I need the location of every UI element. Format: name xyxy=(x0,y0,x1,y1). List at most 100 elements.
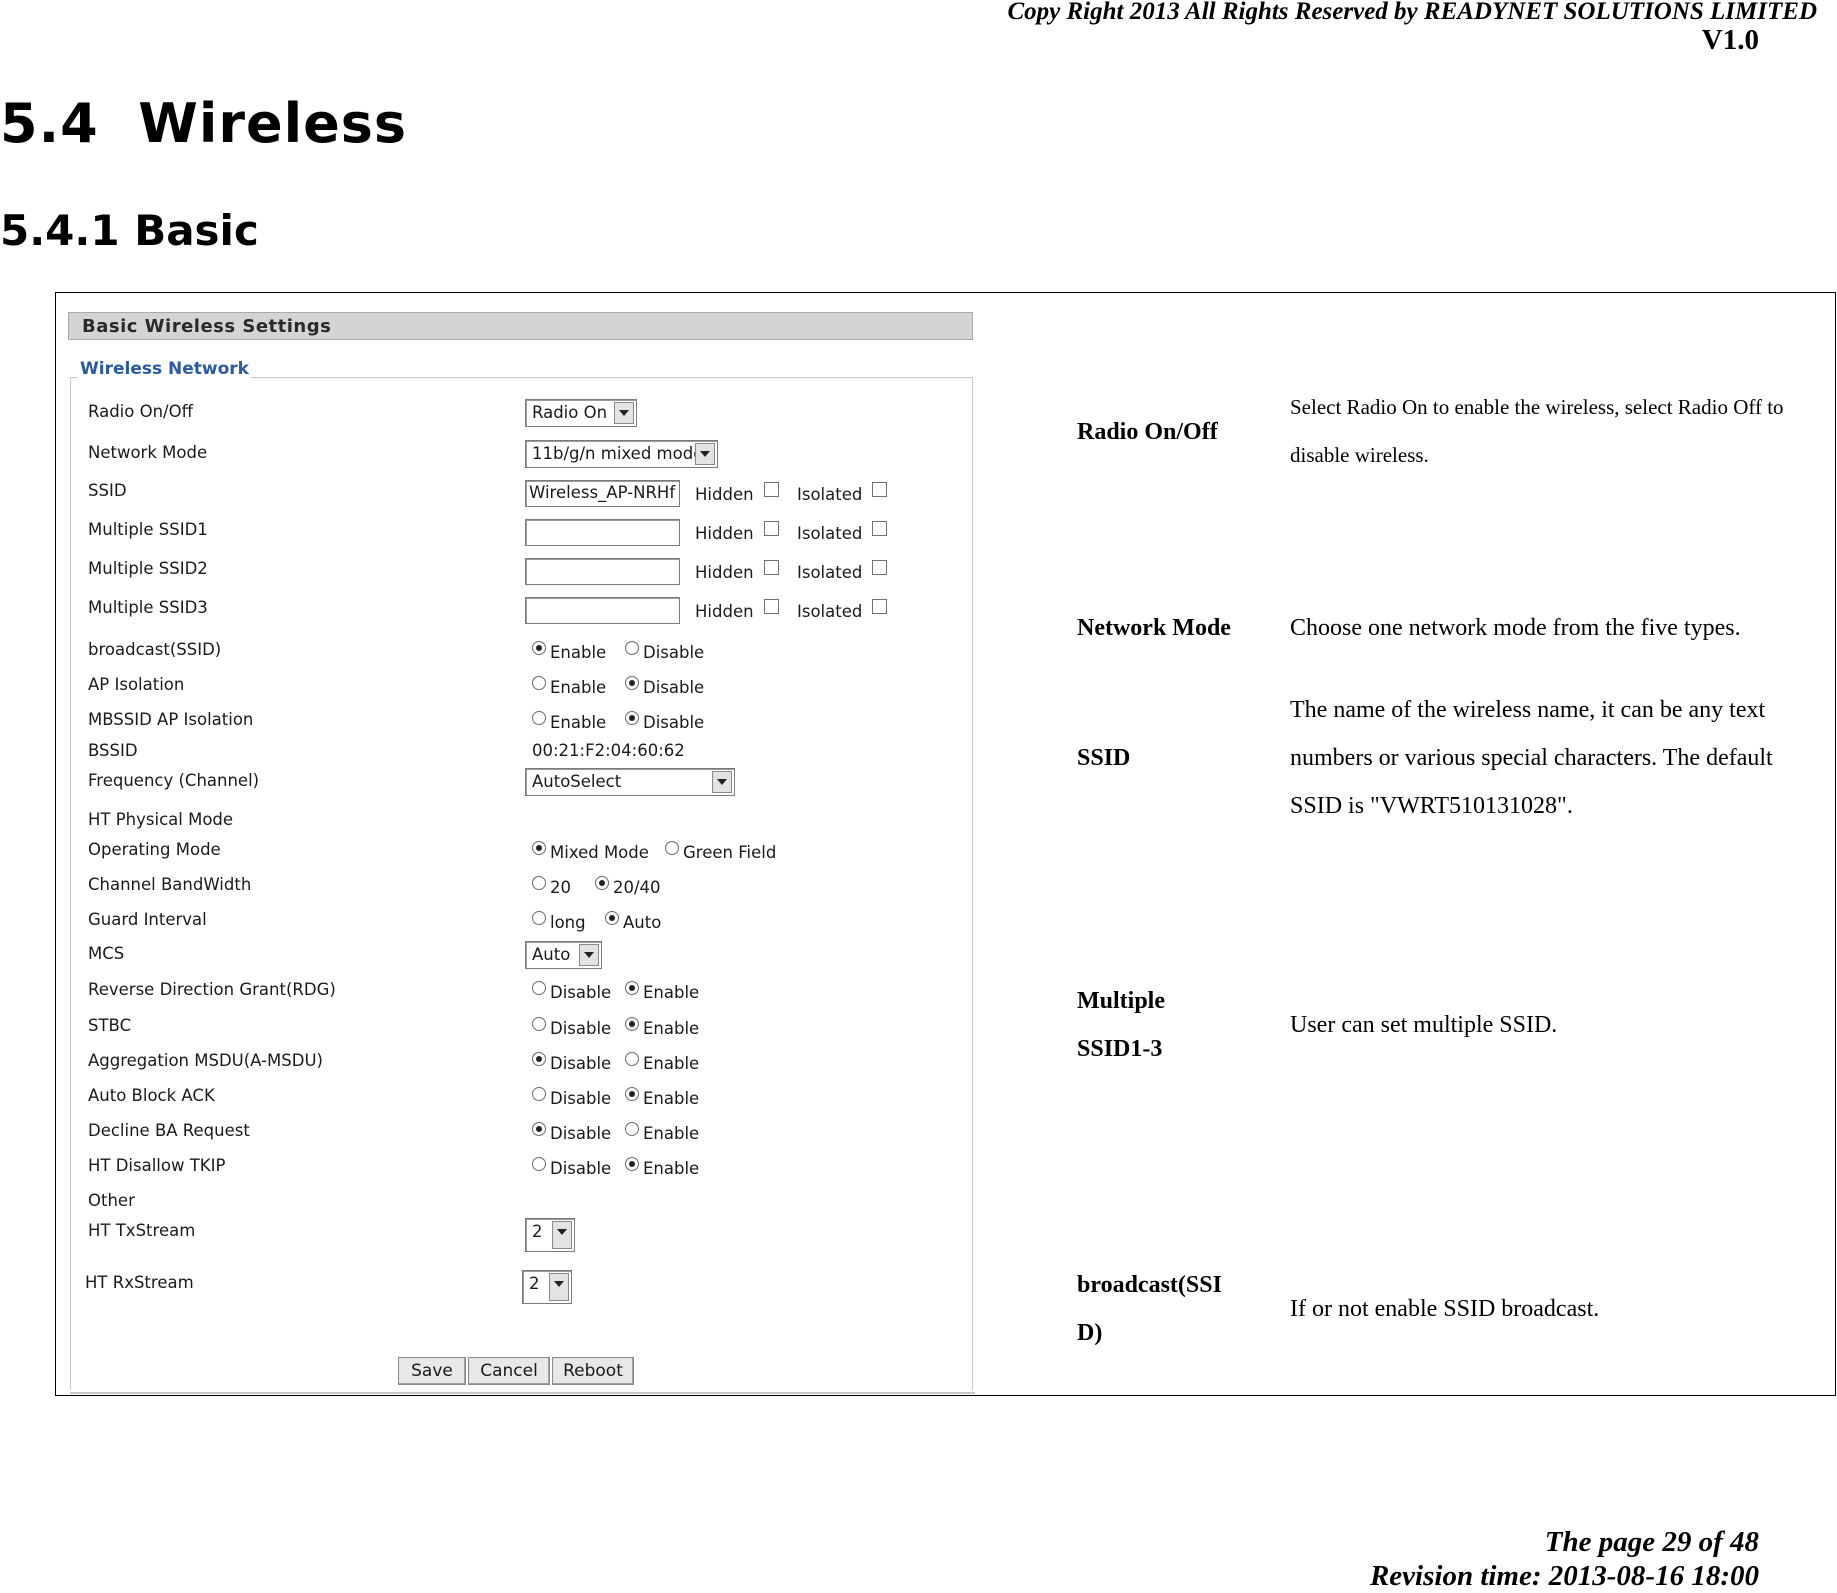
other-label: Other xyxy=(88,1191,135,1210)
radio-button-selected[interactable] xyxy=(532,1122,546,1136)
row-stbc: STBC Disable Enable xyxy=(68,1013,973,1043)
radio-button[interactable] xyxy=(532,876,546,890)
enable-label: Enable xyxy=(550,678,607,697)
enable-label: Enable xyxy=(643,1019,700,1038)
mssid2-hidden-checkbox[interactable] xyxy=(763,560,779,575)
amsdu-label: Aggregation MSDU(A-MSDU) xyxy=(88,1051,323,1070)
ap-isolation-disable-option[interactable]: Disable xyxy=(625,676,704,697)
ssid-isolated-checkbox[interactable] xyxy=(872,482,888,497)
rdg-enable-option[interactable]: Enable xyxy=(625,981,699,1002)
autoblock-disable-option[interactable]: Disable xyxy=(532,1087,611,1108)
rxstream-select[interactable]: 2 xyxy=(522,1270,572,1304)
guard-long-option[interactable]: long xyxy=(532,911,586,932)
radio-button-selected[interactable] xyxy=(532,1052,546,1066)
hidden-label: Hidden xyxy=(695,485,754,504)
mixed-mode-option[interactable]: Mixed Mode xyxy=(532,841,649,862)
tkip-enable-option[interactable]: Enable xyxy=(625,1157,699,1178)
mssid1-label: Multiple SSID1 xyxy=(88,520,208,539)
decline-enable-option[interactable]: Enable xyxy=(625,1122,699,1143)
chevron-down-icon xyxy=(549,1273,569,1301)
radio-button[interactable] xyxy=(665,841,679,855)
desc-broadcast: If or not enable SSID broadcast. xyxy=(1290,1296,1600,1322)
autoblock-label: Auto Block ACK xyxy=(88,1086,215,1105)
desc-network-mode: Choose one network mode from the five ty… xyxy=(1290,615,1741,641)
radio-button-selected[interactable] xyxy=(625,1157,639,1171)
radio-button[interactable] xyxy=(625,1052,639,1066)
auto-label: Auto xyxy=(623,913,662,932)
broadcast-enable-option[interactable]: Enable xyxy=(532,641,606,662)
amsdu-enable-option[interactable]: Enable xyxy=(625,1052,699,1073)
frequency-select[interactable]: AutoSelect xyxy=(525,768,735,796)
radio-button[interactable] xyxy=(625,1122,639,1136)
green-field-option[interactable]: Green Field xyxy=(665,841,776,862)
mssid3-isolated-checkbox[interactable] xyxy=(872,599,888,614)
mssid1-input[interactable] xyxy=(525,519,680,546)
version-label: V1.0 xyxy=(1701,24,1759,56)
mbssid-disable-option[interactable]: Disable xyxy=(625,711,704,732)
bw-20-option[interactable]: 20 xyxy=(532,876,571,897)
bw-2040-option[interactable]: 20/40 xyxy=(595,876,661,897)
radio-button-selected[interactable] xyxy=(625,1017,639,1031)
disable-label: Disable xyxy=(550,1054,612,1073)
radio-button[interactable] xyxy=(532,981,546,995)
save-button[interactable]: Save xyxy=(398,1357,466,1385)
mssid3-hidden-option: Hidden xyxy=(695,599,779,621)
mssid1-isolated-checkbox[interactable] xyxy=(872,521,888,536)
radio-select[interactable]: Radio On xyxy=(525,399,637,427)
mcs-select[interactable]: Auto xyxy=(525,941,602,969)
disable-label: Disable xyxy=(550,1124,612,1143)
broadcast-disable-option[interactable]: Disable xyxy=(625,641,704,662)
network-mode-select[interactable]: 11b/g/n mixed mode xyxy=(525,440,718,468)
decline-disable-option[interactable]: Disable xyxy=(532,1122,611,1143)
radio-button-selected[interactable] xyxy=(625,981,639,995)
stbc-enable-option[interactable]: Enable xyxy=(625,1017,699,1038)
ssid-hidden-checkbox[interactable] xyxy=(763,482,779,497)
radio-button-selected[interactable] xyxy=(625,676,639,690)
autoblock-enable-option[interactable]: Enable xyxy=(625,1087,699,1108)
radio-button[interactable] xyxy=(532,1087,546,1101)
operating-mode-label: Operating Mode xyxy=(88,840,221,859)
tkip-disable-option[interactable]: Disable xyxy=(532,1157,611,1178)
disable-label: Disable xyxy=(550,1019,612,1038)
mssid3-label: Multiple SSID3 xyxy=(88,598,208,617)
broadcast-label: broadcast(SSID) xyxy=(88,640,222,659)
mssid1-hidden-checkbox[interactable] xyxy=(763,521,779,536)
radio-button[interactable] xyxy=(625,641,639,655)
hidden-label: Hidden xyxy=(695,602,754,621)
radio-button-selected[interactable] xyxy=(625,1087,639,1101)
radio-button[interactable] xyxy=(532,676,546,690)
reboot-button[interactable]: Reboot xyxy=(552,1357,634,1385)
radio-button[interactable] xyxy=(532,1157,546,1171)
radio-button-selected[interactable] xyxy=(532,641,546,655)
radio-button[interactable] xyxy=(532,1017,546,1031)
cancel-button[interactable]: Cancel xyxy=(468,1357,550,1385)
mssid2-isolated-checkbox[interactable] xyxy=(872,560,888,575)
mssid3-hidden-checkbox[interactable] xyxy=(763,599,779,614)
term-ssid: SSID xyxy=(1077,745,1131,771)
desc-ssid: The name of the wireless name, it can be… xyxy=(1290,697,1773,819)
guard-label: Guard Interval xyxy=(88,910,207,929)
row-broadcast: broadcast(SSID) Enable Disable xyxy=(68,637,973,667)
ap-isolation-enable-option[interactable]: Enable xyxy=(532,676,606,697)
amsdu-disable-option[interactable]: Disable xyxy=(532,1052,611,1073)
stbc-disable-option[interactable]: Disable xyxy=(532,1017,611,1038)
mbssid-enable-option[interactable]: Enable xyxy=(532,711,606,732)
radio-button[interactable] xyxy=(532,711,546,725)
disable-label: Disable xyxy=(550,983,612,1002)
mssid3-input[interactable] xyxy=(525,597,680,624)
radio-button-selected[interactable] xyxy=(625,711,639,725)
term-network-mode: Network Mode xyxy=(1077,615,1231,641)
mssid2-input[interactable] xyxy=(525,558,680,585)
disable-label: Disable xyxy=(643,713,705,732)
section-heading: 5.4 Wireless xyxy=(0,92,408,155)
ssid-input[interactable]: Wireless_AP-NRHf xyxy=(525,480,680,507)
guard-auto-option[interactable]: Auto xyxy=(605,911,661,932)
radio-button-selected[interactable] xyxy=(595,876,609,890)
rdg-disable-option[interactable]: Disable xyxy=(532,981,611,1002)
hidden-label: Hidden xyxy=(695,524,754,543)
txstream-select[interactable]: 2 xyxy=(525,1218,575,1252)
radio-button-selected[interactable] xyxy=(605,911,619,925)
radio-button-selected[interactable] xyxy=(532,841,546,855)
radio-button[interactable] xyxy=(532,911,546,925)
mcs-value: Auto xyxy=(532,945,571,964)
